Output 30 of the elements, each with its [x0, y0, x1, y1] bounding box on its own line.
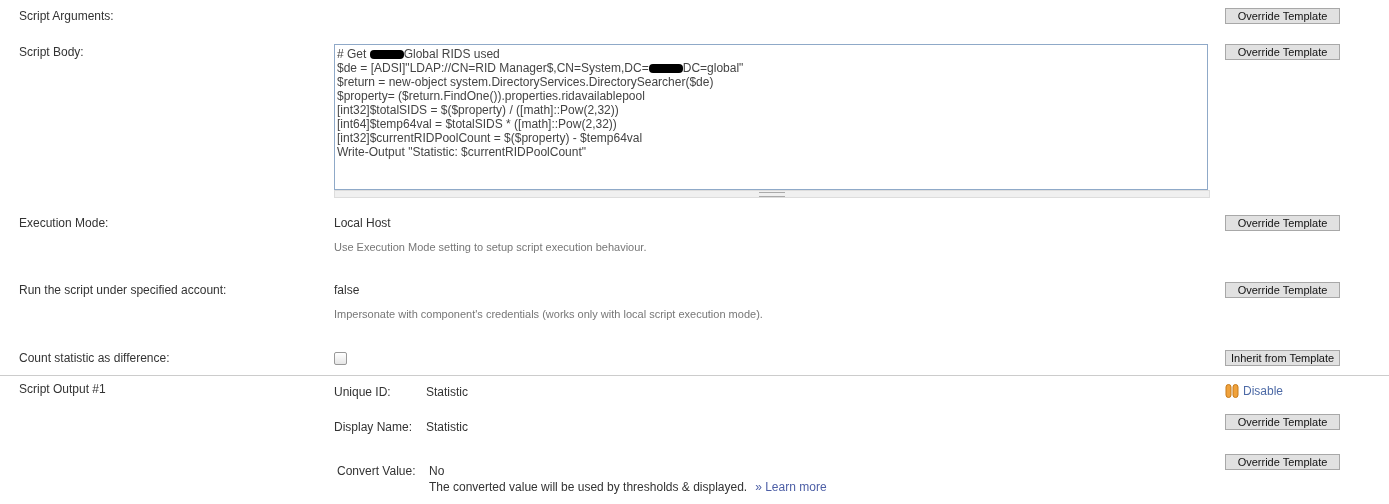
- section-label: Script Output #1: [19, 382, 106, 396]
- override-button[interactable]: Override Template: [1225, 282, 1340, 298]
- output-label: Unique ID:: [334, 384, 392, 400]
- checkbox[interactable]: [334, 352, 347, 365]
- override-button[interactable]: Override Template: [1225, 414, 1340, 430]
- resize-handle[interactable]: [334, 190, 1210, 198]
- pause-icon: [1225, 384, 1239, 398]
- override-button[interactable]: Override Template: [1225, 215, 1340, 231]
- hint-text: Impersonate with component's credentials (works only with local script execution mode).: [334, 307, 764, 321]
- field-label: Run the script under specified account:: [19, 283, 227, 297]
- field-value: false: [334, 282, 361, 298]
- override-button[interactable]: Inherit from Template: [1225, 350, 1341, 366]
- output-value: No: [429, 463, 446, 479]
- override-button[interactable]: Override Template: [1225, 44, 1340, 60]
- output-label: Display Name:: [334, 419, 414, 435]
- override-button[interactable]: Override Template: [1225, 8, 1340, 24]
- output-value: Statistic: [426, 384, 469, 400]
- learn-more-link[interactable]: » Learn more: [755, 480, 827, 494]
- field-label: Execution Mode:: [19, 216, 109, 230]
- field-value: Local Host: [334, 215, 392, 231]
- note-text: The converted value will be used by thresholds & displayed.: [429, 480, 748, 494]
- output-value: Statistic: [426, 419, 469, 435]
- hint-text: Use Execution Mode setting to setup script execution behaviour.: [334, 240, 648, 254]
- field-label: Script Arguments:: [19, 9, 114, 23]
- disable-link[interactable]: Disable: [1225, 384, 1284, 398]
- field-label: Count statistic as difference:: [19, 351, 170, 365]
- field-label: Script Body:: [19, 45, 84, 59]
- script-editor[interactable]: # Get Global RIDS used $de = [ADSI]"LDAP://CN=RID Manager$,CN=System,DC= DC=global" $return = new-object system.DirectoryServices.DirectorySearcher($de) $property= ($return.FindOne()).properties.ridavailablepool [int32]$totalSIDS = $($property) / ([math]::Pow(2,32)) [int64]$temp64val = $totalSIDS * ([math]::Pow(2,32)) [int32]$currentRIDPoolCount = $($property) - $temp64val Write-Output "Statistic: $currentRIDPoolCount": [334, 44, 1208, 190]
- override-button[interactable]: Override Template: [1225, 454, 1340, 470]
- output-label: Convert Value:: [337, 463, 417, 479]
